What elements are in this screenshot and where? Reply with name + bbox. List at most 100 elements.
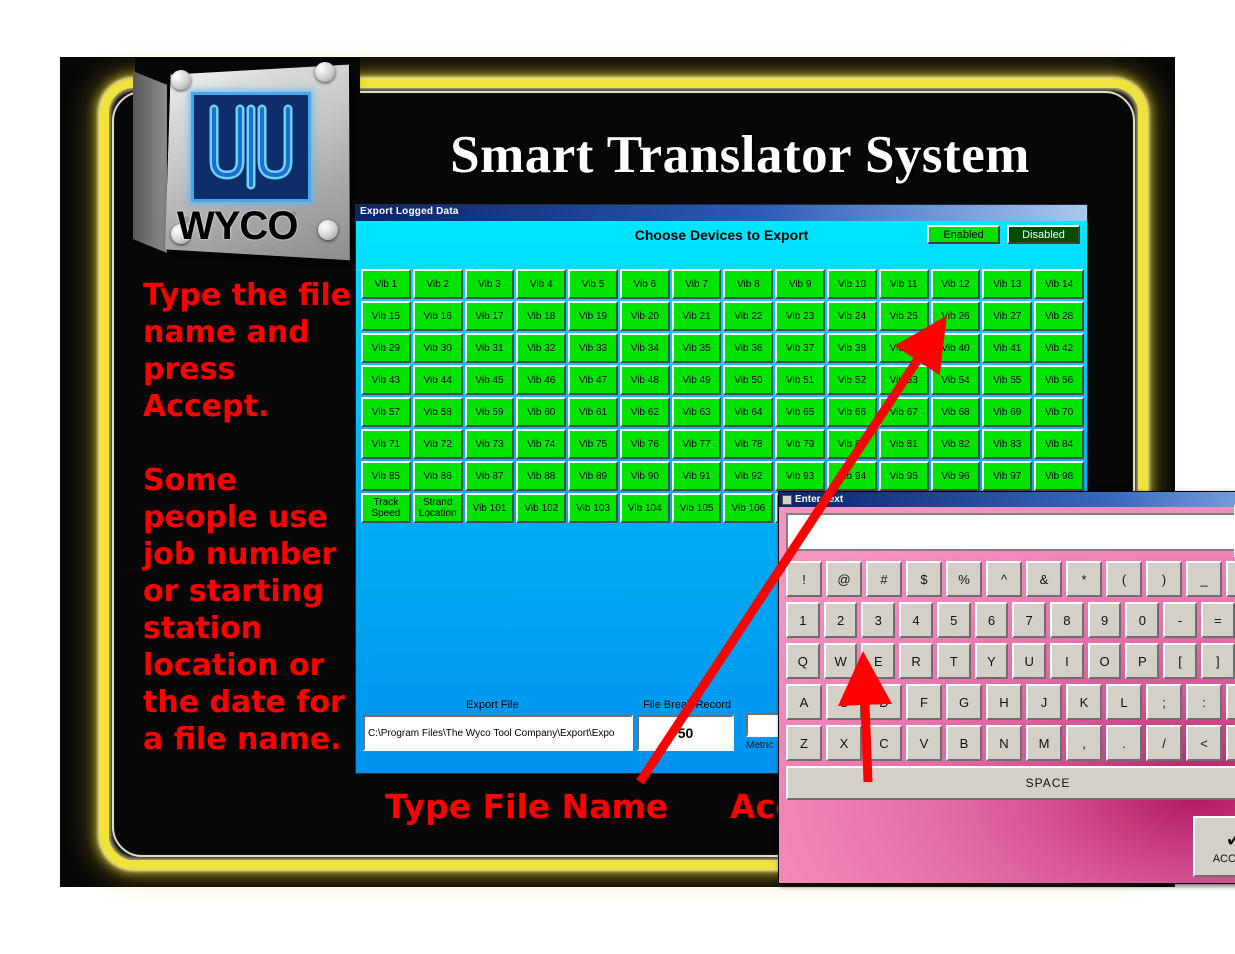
keyboard-key[interactable]: _: [1186, 561, 1222, 597]
keyboard-key[interactable]: F: [906, 684, 942, 720]
keyboard-key[interactable]: T: [936, 643, 971, 679]
device-button[interactable]: Vib 11: [878, 269, 929, 299]
device-button[interactable]: Vib 17: [464, 301, 515, 331]
device-button[interactable]: Vib 60: [516, 397, 567, 427]
device-button[interactable]: Vib 66: [827, 397, 877, 427]
device-button[interactable]: Vib 67: [878, 397, 929, 427]
keyboard-key[interactable]: !: [786, 561, 822, 597]
device-button[interactable]: Vib 34: [619, 333, 670, 363]
device-button[interactable]: Vib 72: [412, 429, 463, 459]
device-button[interactable]: Vib 56: [1034, 365, 1084, 395]
device-button[interactable]: Strand Location: [412, 493, 463, 523]
device-button[interactable]: Track Speed: [361, 493, 411, 523]
device-button[interactable]: Vib 3: [464, 269, 515, 299]
device-button[interactable]: Vib 52: [827, 365, 877, 395]
export-file-input[interactable]: C:\Program Files\The Wyco Tool Company\E…: [363, 715, 633, 751]
keyboard-key[interactable]: M: [1026, 725, 1062, 761]
keyboard-key[interactable]: S: [826, 684, 862, 720]
keyboard-key[interactable]: 4: [899, 602, 933, 638]
device-button[interactable]: Vib 25: [878, 301, 929, 331]
keyboard-key[interactable]: H: [986, 684, 1022, 720]
keyboard-key[interactable]: ,: [1066, 725, 1102, 761]
keyboard-key[interactable]: ': [1226, 684, 1235, 720]
keyboard-key[interactable]: K: [1066, 684, 1102, 720]
device-button[interactable]: Vib 21: [671, 301, 722, 331]
keyboard-key[interactable]: 8: [1050, 602, 1084, 638]
keyboard-key[interactable]: X: [826, 725, 862, 761]
accept-button[interactable]: ✓ ACCEPT: [1193, 816, 1235, 877]
device-button[interactable]: Vib 36: [723, 333, 774, 363]
device-button[interactable]: Vib 7: [671, 269, 722, 299]
keyboard-key[interactable]: $: [906, 561, 942, 597]
device-button[interactable]: Vib 64: [723, 397, 774, 427]
keyboard-key[interactable]: ]: [1200, 643, 1235, 679]
keyboard-key[interactable]: :: [1186, 684, 1222, 720]
keyboard-key[interactable]: I: [1050, 643, 1084, 679]
keyboard-key[interactable]: 9: [1087, 602, 1122, 638]
keyboard-key[interactable]: Q: [786, 643, 820, 679]
device-button[interactable]: Vib 38: [827, 333, 877, 363]
device-button[interactable]: Vib 32: [516, 333, 567, 363]
device-button[interactable]: Vib 78: [723, 429, 774, 459]
keyboard-key[interactable]: 6: [974, 602, 1009, 638]
device-button[interactable]: Vib 51: [775, 365, 826, 395]
device-button[interactable]: Vib 9: [775, 269, 826, 299]
device-button[interactable]: Vib 46: [516, 365, 567, 395]
device-button[interactable]: Vib 53: [878, 365, 929, 395]
device-button[interactable]: Vib 20: [619, 301, 670, 331]
keyboard-key[interactable]: >: [1226, 725, 1235, 761]
keyboard-key[interactable]: [: [1163, 643, 1197, 679]
keyboard-key[interactable]: G: [946, 684, 982, 720]
device-button[interactable]: Vib 75: [568, 429, 618, 459]
keyboard-key[interactable]: ;: [1146, 684, 1182, 720]
device-button[interactable]: Vib 89: [568, 461, 618, 491]
device-button[interactable]: Vib 57: [361, 397, 411, 427]
keyboard-key[interactable]: 1: [786, 602, 820, 638]
keyboard-key[interactable]: #: [866, 561, 902, 597]
device-button[interactable]: Vib 1: [361, 269, 411, 299]
keyboard-key[interactable]: O: [1087, 643, 1122, 679]
keyboard-key[interactable]: @: [826, 561, 862, 597]
device-button[interactable]: Vib 45: [464, 365, 515, 395]
keyboard-key[interactable]: 5: [936, 602, 971, 638]
device-button[interactable]: Vib 37: [775, 333, 826, 363]
keyboard-key[interactable]: 3: [861, 602, 896, 638]
device-button[interactable]: Vib 92: [723, 461, 774, 491]
device-button[interactable]: Vib 91: [671, 461, 722, 491]
keyboard-key[interactable]: .: [1106, 725, 1142, 761]
device-button[interactable]: Vib 26: [930, 301, 981, 331]
device-button[interactable]: Vib 104: [619, 493, 670, 523]
keyboard-key[interactable]: E: [861, 643, 896, 679]
device-button[interactable]: Vib 35: [671, 333, 722, 363]
device-button[interactable]: Vib 88: [516, 461, 567, 491]
device-button[interactable]: Vib 12: [930, 269, 981, 299]
device-button[interactable]: Vib 65: [775, 397, 826, 427]
keyboard-key[interactable]: 2: [823, 602, 858, 638]
device-button[interactable]: Vib 93: [775, 461, 826, 491]
device-button[interactable]: Vib 90: [619, 461, 670, 491]
device-button[interactable]: Vib 23: [775, 301, 826, 331]
device-button[interactable]: Vib 97: [982, 461, 1033, 491]
device-button[interactable]: Vib 48: [619, 365, 670, 395]
device-button[interactable]: Vib 47: [568, 365, 618, 395]
device-button[interactable]: Vib 98: [1034, 461, 1084, 491]
keyboard-key[interactable]: Y: [974, 643, 1009, 679]
device-button[interactable]: Vib 8: [723, 269, 774, 299]
device-button[interactable]: Vib 83: [982, 429, 1033, 459]
device-button[interactable]: Vib 85: [361, 461, 411, 491]
device-button[interactable]: Vib 39: [878, 333, 929, 363]
keyboard-key[interactable]: C: [866, 725, 902, 761]
device-button[interactable]: Vib 61: [568, 397, 618, 427]
keyboard-key[interactable]: L: [1106, 684, 1142, 720]
device-button[interactable]: Vib 15: [361, 301, 411, 331]
device-button[interactable]: Vib 68: [930, 397, 981, 427]
device-button[interactable]: Vib 4: [516, 269, 567, 299]
device-button[interactable]: Vib 102: [516, 493, 567, 523]
device-button[interactable]: Vib 95: [878, 461, 929, 491]
keyboard-key[interactable]: ^: [986, 561, 1022, 597]
keyboard-key[interactable]: W: [823, 643, 858, 679]
device-button[interactable]: Vib 33: [568, 333, 618, 363]
device-button[interactable]: Vib 63: [671, 397, 722, 427]
device-button[interactable]: Vib 16: [412, 301, 463, 331]
keyboard-key[interactable]: 7: [1012, 602, 1047, 638]
